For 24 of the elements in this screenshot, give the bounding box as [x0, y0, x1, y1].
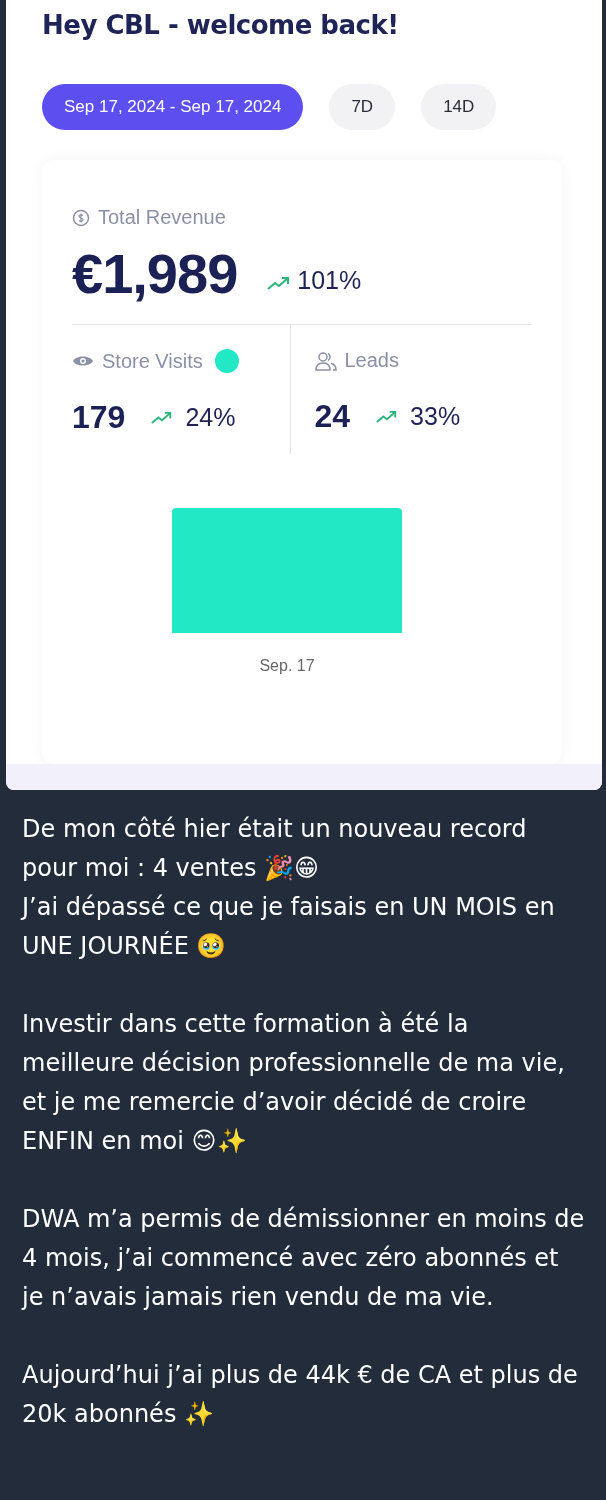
trend-up-icon	[151, 411, 174, 424]
metric-label: Leads	[344, 349, 399, 372]
axis-label: Sep. 17	[259, 657, 315, 675]
metric-label: Total Revenue	[98, 206, 226, 229]
trend-up-icon	[267, 275, 292, 290]
date-filter-chip[interactable]: Sep 17, 2024 - Sep 17, 2024	[42, 84, 304, 130]
message-paragraph: Aujourd’hui j’ai plus de 44k € de CA et plus de 20k abonnés ✨	[22, 1360, 579, 1430]
message-paragraph: De mon côté hier était un nouveau record pour moi : 4 ventes 🎉😁 J’ai dépassé ce que je faisais en UN MOIS en UNE JOURNÉE 🥹	[22, 814, 556, 962]
metric-value: 179	[72, 399, 126, 436]
dollar-icon	[72, 208, 90, 227]
message-paragraph: DWA m’a permis de démissionner en moins de 4 mois, j’ai commencé avec zéro abonnés et je n’avais jamais rien vendu de ma vie.	[22, 1204, 586, 1313]
metric-label: Store Visits	[102, 349, 203, 373]
trend-up-icon	[376, 410, 399, 423]
date-filter-chip[interactable]: 7D	[329, 84, 396, 130]
welcome-heading: Hey CBL - welcome back!	[42, 10, 400, 40]
eye-icon	[72, 354, 94, 368]
date-filter-chip[interactable]: 14D	[421, 84, 497, 130]
revenue-value: €1,989	[72, 241, 238, 306]
users-icon	[314, 350, 337, 371]
change-percent: 33%	[410, 402, 461, 431]
change-percent: 24%	[185, 403, 236, 432]
metric-value: 24	[314, 398, 351, 435]
message-paragraph: Investir dans cette formation à été la meilleure décision professionnelle de ma vie, et je me remercie d’avoir décidé de croire ENFIN en moi 😊✨	[22, 1009, 566, 1157]
change-percent: 101%	[297, 266, 362, 295]
